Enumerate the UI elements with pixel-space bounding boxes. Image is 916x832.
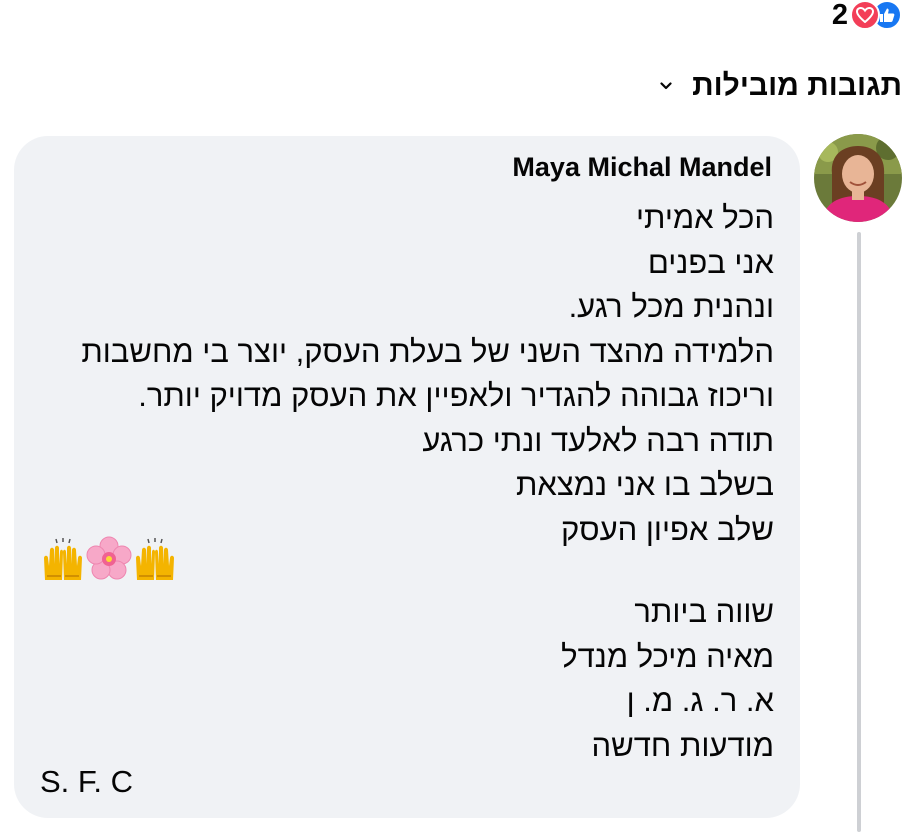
signature-line: מודעות חדשה [591, 727, 774, 763]
avatar[interactable] [814, 134, 902, 222]
comment-line: ונהנית מכל רגע. [568, 289, 774, 324]
cherry-blossom-emoji [86, 536, 132, 582]
comment-line: הכל אמיתי [635, 200, 774, 235]
love-icon [850, 0, 880, 30]
raising-hands-emoji [40, 536, 86, 582]
sort-label: תגובות מובילות [692, 69, 902, 102]
raising-hands-emoji [132, 536, 178, 582]
emoji-row [40, 536, 178, 582]
comment-line: בשלב בו אני נמצאת [515, 467, 774, 502]
chevron-down-icon [660, 82, 672, 90]
comment-bubble: Maya Michal Mandel הכל אמיתי אני בפנים ו… [14, 136, 800, 818]
comment-body: הכל אמיתי אני בפנים ונהנית מכל רגע. הלמי… [24, 196, 774, 552]
thread-line [857, 232, 861, 832]
comment-line: אני בפנים [647, 244, 774, 280]
signature-line: שווה ביותר [634, 594, 774, 629]
reactions-summary[interactable]: 2 [832, 0, 902, 30]
comment-signature: שווה ביותר מאיה מיכל מנדל א. ר. ג. מ. ן … [561, 590, 774, 768]
signature-line: א. ר. ג. מ. ן [626, 683, 774, 718]
comment-author[interactable]: Maya Michal Mandel [512, 152, 772, 183]
comments-sort-dropdown[interactable]: תגובות מובילות [660, 62, 902, 110]
comment-closing: S. F. C [40, 764, 134, 799]
reaction-count: 2 [831, 0, 848, 31]
comment-line: הלמידה מהצד השני של בעלת העסק, יוצר בי מ… [81, 333, 774, 369]
comment-line: וריכוז גבוהה להגדיר ולאפיין את העסק מדוי… [138, 378, 774, 413]
comment-line: תודה רבה לאלעד ונתי כרגע [422, 422, 774, 458]
signature-line: מאיה מיכל מנדל [561, 638, 774, 674]
